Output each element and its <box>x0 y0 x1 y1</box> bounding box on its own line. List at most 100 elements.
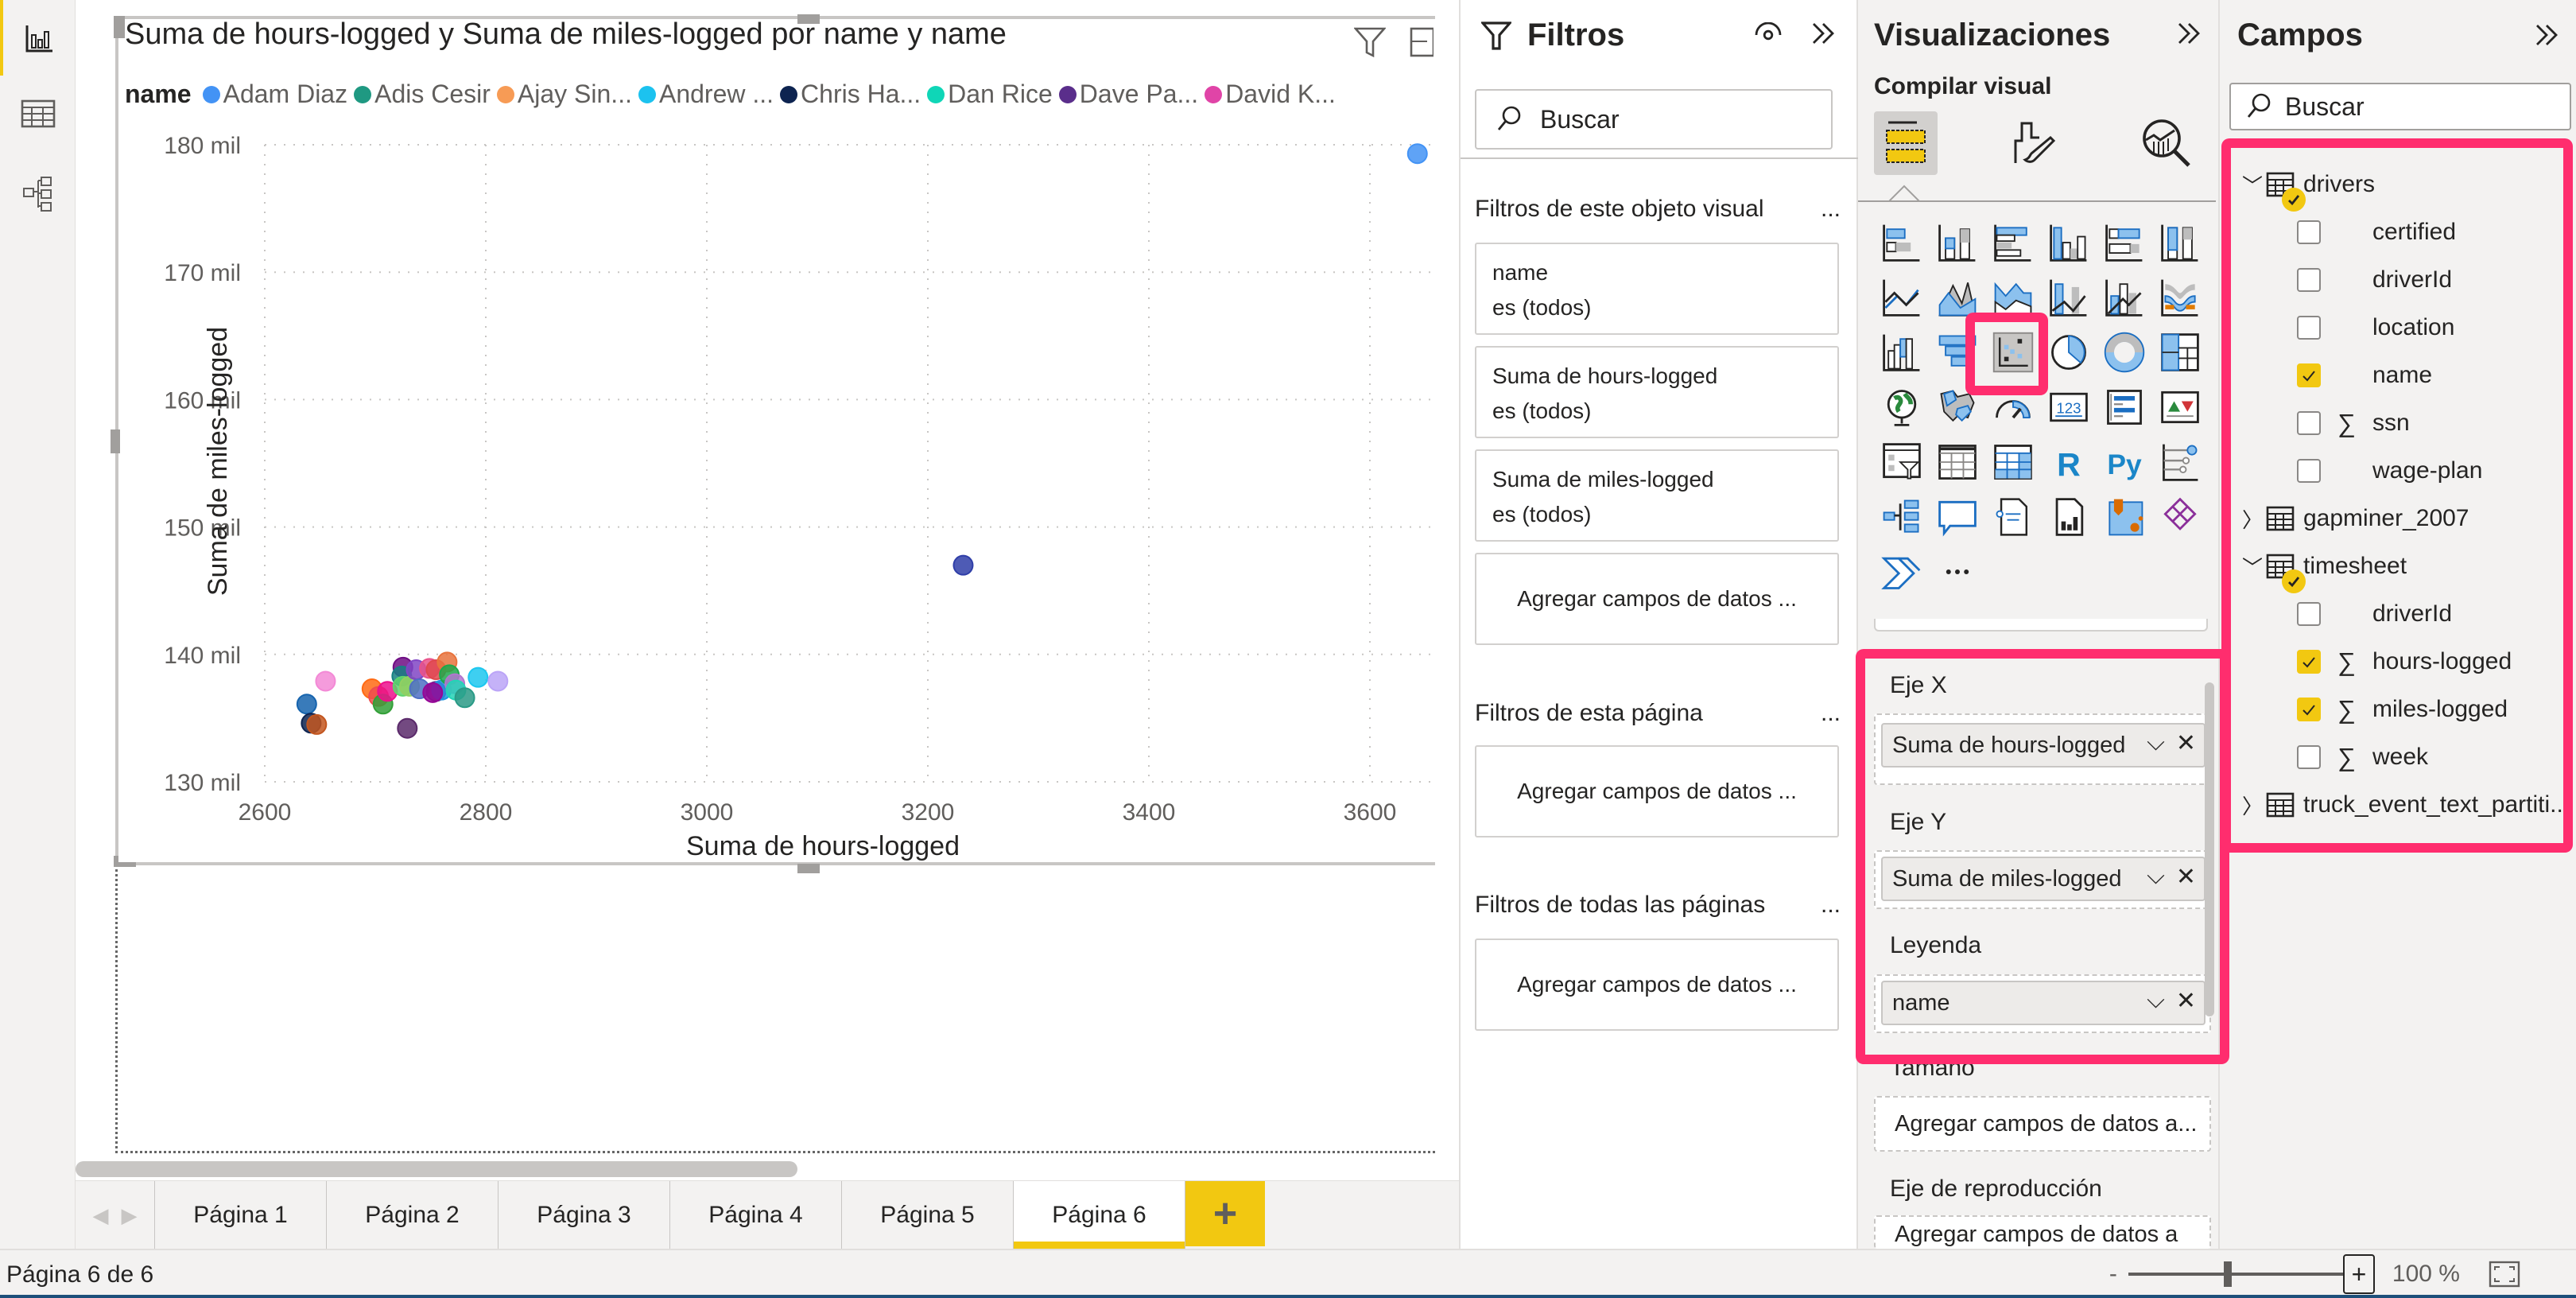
r-visual-icon: R <box>2057 445 2081 482</box>
stacked-column-button[interactable] <box>1930 215 1985 270</box>
key-influencers-icon <box>2163 444 2198 481</box>
scatter-plot: 130 mil140 mil150 mil160 mil170 mil180 m… <box>164 133 1435 861</box>
play-axis-well[interactable]: Agregar campos de datos a <box>1874 1215 2211 1249</box>
stacked-bar-button[interactable] <box>1874 215 1930 270</box>
filters-header: Filtros <box>1481 17 1624 53</box>
decomposition-tree-button[interactable] <box>1874 489 1930 544</box>
azure-map-button[interactable] <box>2097 489 2152 544</box>
filter-card[interactable]: Suma de miles-logged es (todos) <box>1475 449 1839 542</box>
filter-icon <box>1481 21 1511 50</box>
format-visual-tab[interactable] <box>2003 111 2066 175</box>
visual-type-gallery: 123 R Py <box>1874 215 2208 599</box>
more-visuals-button[interactable] <box>1930 544 1985 599</box>
y-tick-label: 130 mil <box>164 770 241 796</box>
add-page-button[interactable]: + <box>1185 1181 1265 1246</box>
page-tab[interactable]: Página 3 <box>499 1181 670 1249</box>
r-visual-button[interactable]: R <box>2041 434 2097 489</box>
paginated-report-button[interactable] <box>2041 489 2097 544</box>
page-tab-active[interactable]: Página 6 <box>1014 1181 1185 1249</box>
ribbon-chart-button[interactable] <box>2152 270 2208 324</box>
collapse-filters-icon[interactable] <box>1810 21 1836 46</box>
key-influencers-button[interactable] <box>2152 434 2208 489</box>
analytics-magnifier-icon <box>2143 119 2190 167</box>
add-filter-field-drop[interactable]: Agregar campos de datos ... <box>1475 745 1839 837</box>
matrix-button[interactable] <box>1985 434 2041 489</box>
model-icon <box>22 176 52 212</box>
page-tab[interactable]: Página 1 <box>155 1181 327 1249</box>
page-tab[interactable]: Página 2 <box>327 1181 499 1249</box>
more-options-button[interactable]: ... <box>1821 700 1841 727</box>
filter-section-all-pages: Filtros de todas las páginas ... <box>1475 892 1841 919</box>
page-tabs: ◀ ▶ Página 1 Página 2 Página 3 Página 4 P… <box>76 1180 1459 1249</box>
fit-to-page-icon[interactable] <box>2489 1261 2520 1288</box>
donut-chart-button[interactable] <box>2097 324 2152 379</box>
slicer-icon <box>1883 442 1921 479</box>
clustered-bar-button[interactable] <box>1985 215 2041 270</box>
table-visual-button[interactable] <box>1930 434 1985 489</box>
table-visual-icon <box>1938 444 1977 480</box>
zoom-slider-thumb[interactable] <box>2223 1261 2232 1287</box>
svg-text:Py: Py <box>2107 448 2142 480</box>
add-filter-field-drop[interactable]: Agregar campos de datos ... <box>1475 939 1839 1031</box>
power-apps-button[interactable] <box>2152 489 2208 544</box>
power-automate-button[interactable] <box>1874 544 1930 599</box>
model-view-button[interactable] <box>0 155 76 231</box>
zoom-in-button[interactable]: + <box>2342 1254 2375 1294</box>
kpi-button[interactable] <box>2152 379 2208 434</box>
filters-search-input[interactable]: Buscar <box>1475 89 1833 150</box>
card-button[interactable]: 123 <box>2041 379 2097 434</box>
y-tick-label: 170 mil <box>164 260 241 286</box>
tab-scroll-left-icon[interactable]: ◀ <box>93 1203 109 1228</box>
line-chart-button[interactable] <box>1874 270 1930 324</box>
build-visual-tab[interactable] <box>1874 111 1938 175</box>
100-bar-button[interactable] <box>2097 215 2152 270</box>
canvas-horizontal-scrollbar[interactable] <box>76 1161 797 1177</box>
highlight-wells <box>1856 649 2229 1064</box>
svg-text:123: 123 <box>2056 399 2081 416</box>
data-point <box>397 717 418 739</box>
clustered-bar-icon <box>1994 224 2031 262</box>
line-clustered-column-button[interactable] <box>2041 270 2097 324</box>
100-column-button[interactable] <box>2152 215 2208 270</box>
analytics-tab[interactable] <box>2135 111 2198 175</box>
zoom-slider[interactable] <box>2128 1261 2343 1287</box>
map-button[interactable] <box>1874 379 1930 434</box>
python-visual-icon: Py <box>2107 448 2142 480</box>
data-point <box>1406 143 1428 165</box>
more-options-button[interactable]: ... <box>1821 892 1841 919</box>
map-icon <box>1887 389 1917 426</box>
python-visual-button[interactable]: Py <box>2097 434 2152 489</box>
eye-icon[interactable] <box>1755 22 1782 43</box>
filter-card[interactable]: name es (todos) <box>1475 243 1839 335</box>
multi-row-card-button[interactable] <box>2097 379 2152 434</box>
add-filter-field-drop[interactable]: Agregar campos de datos ... <box>1475 553 1839 645</box>
x-tick-label: 2800 <box>460 799 513 826</box>
more-options-button[interactable]: ... <box>1821 196 1841 223</box>
report-view-button[interactable] <box>0 0 76 76</box>
tab-scroll-right-icon[interactable]: ▶ <box>122 1203 138 1228</box>
page-tab[interactable]: Página 5 <box>842 1181 1014 1249</box>
pie-chart-button[interactable] <box>2041 324 2097 379</box>
taskbar-edge <box>0 1295 2576 1298</box>
search-placeholder: Buscar <box>1540 104 1620 134</box>
data-view-button[interactable] <box>0 76 76 151</box>
clustered-column-button[interactable] <box>2041 215 2097 270</box>
multi-row-card-icon <box>2107 389 2142 425</box>
treemap-icon <box>2161 332 2199 371</box>
line-stacked-column-button[interactable] <box>2097 270 2152 324</box>
line-clustered-column-icon <box>2050 279 2087 317</box>
100-bar-icon <box>2105 224 2143 262</box>
smart-narrative-button[interactable] <box>1985 489 2041 544</box>
size-well[interactable]: Agregar campos de datos a... <box>1874 1096 2211 1152</box>
smart-narrative-icon <box>1996 497 2028 536</box>
slicer-button[interactable] <box>1874 434 1930 489</box>
zoom-out-button[interactable]: - <box>2109 1261 2117 1288</box>
page-tab[interactable]: Página 4 <box>670 1181 842 1249</box>
treemap-button[interactable] <box>2152 324 2208 379</box>
filter-card[interactable]: Suma de hours-logged es (todos) <box>1475 346 1839 438</box>
waterfall-button[interactable] <box>1874 324 1930 379</box>
collapse-visualizations-icon[interactable] <box>2176 21 2202 46</box>
section-title: Filtros de todas las páginas <box>1475 892 1766 918</box>
qna-button[interactable] <box>1930 489 1985 544</box>
filters-pane: Filtros Buscar Filtros de este objeto vi… <box>1459 0 1858 1249</box>
